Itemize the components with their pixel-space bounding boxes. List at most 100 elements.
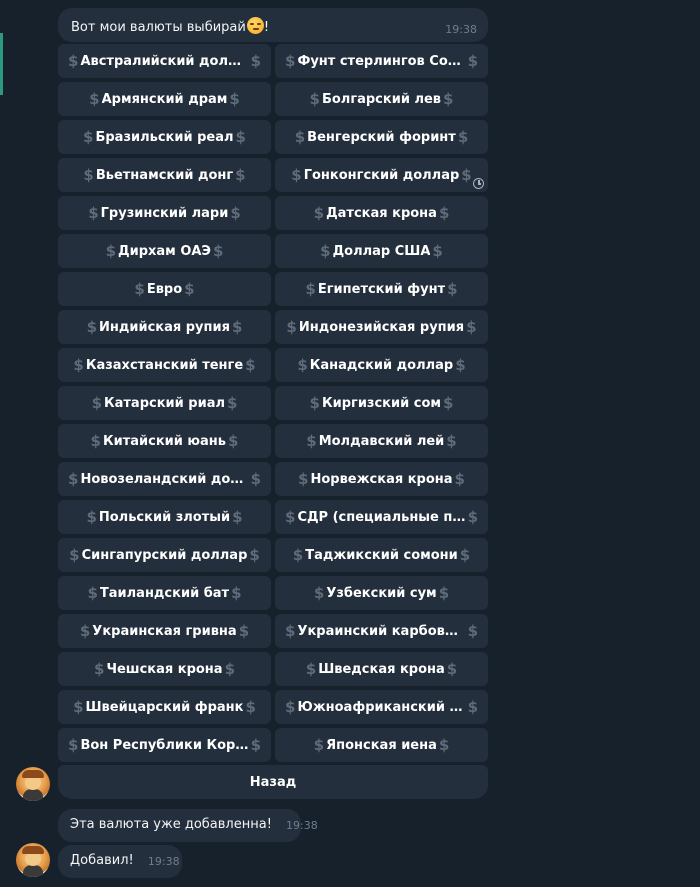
currency-button[interactable]: $ Индонезийская рупия $	[275, 310, 488, 344]
currency-button[interactable]: $Украинский карбованец…$	[275, 614, 488, 648]
bot-message-bubble: Вот мои валюты выбирай! 19:38	[58, 8, 488, 42]
back-button[interactable]: Назад	[58, 765, 488, 799]
message-text: Добавил!	[70, 853, 134, 868]
currency-button[interactable]: $ Киргизский сом $	[275, 386, 488, 420]
currency-button[interactable]: $ Болгарский лев $	[275, 82, 488, 116]
dollar-icon: $	[86, 508, 97, 526]
dollar-icon: $	[224, 660, 235, 678]
currency-button[interactable]: $ Доллар США $	[275, 234, 488, 268]
currency-button-label: Венгерский форинт	[307, 129, 456, 145]
dollar-icon: $	[466, 318, 477, 336]
currency-button-label: Египетский фунт	[317, 281, 446, 297]
currency-button-label: Австралийский доллар	[80, 53, 249, 69]
dollar-icon: $	[285, 698, 296, 716]
currency-button-label: Украинская гривна	[92, 623, 237, 639]
avatar[interactable]	[16, 767, 50, 801]
currency-button[interactable]: $ Гонконгский доллар $	[275, 158, 488, 192]
dollar-icon: $	[86, 318, 97, 336]
dollar-icon: $	[313, 736, 325, 754]
currency-button[interactable]: $ Японская иена $	[275, 728, 488, 762]
dollar-icon: $	[467, 508, 478, 526]
currency-button-label: Молдавский лей	[318, 433, 445, 449]
currency-button[interactable]: $ Молдавский лей $	[275, 424, 488, 458]
currency-button[interactable]: $Южноафриканский рэн…$	[275, 690, 488, 724]
dollar-icon: $	[455, 356, 466, 374]
currency-button[interactable]: $ Евро $	[58, 272, 271, 306]
currency-button-label: Узбекский сум	[326, 585, 437, 601]
currency-button[interactable]: $Новозеландский доллар…$	[58, 462, 271, 496]
currency-button[interactable]: $ Польский злотый $	[58, 500, 271, 534]
dollar-icon: $	[245, 698, 256, 716]
dollar-icon: $	[250, 52, 261, 70]
currency-button[interactable]: $ Таджикский сомони $	[275, 538, 488, 572]
currency-button[interactable]: $ Египетский фунт $	[275, 272, 488, 306]
dollar-icon: $	[229, 90, 240, 108]
currency-button[interactable]: $ Грузинский лари $	[58, 196, 271, 230]
dollar-icon: $	[184, 280, 195, 298]
currency-button-label: Таджикский сомони	[305, 547, 458, 563]
currency-button[interactable]: $ Шведская крона $	[275, 652, 488, 686]
dollar-icon: $	[235, 128, 246, 146]
currency-button-label: Гонконгский доллар	[303, 167, 460, 183]
dollar-icon: $	[294, 128, 306, 146]
currency-button-label: СДР (специальные прав…	[297, 509, 465, 525]
currency-button[interactable]: $Фунт стерлингов Соедин…$	[275, 44, 488, 78]
currency-button[interactable]: $ Швейцарский франк $	[58, 690, 271, 724]
avatar[interactable]	[16, 843, 50, 877]
currency-button[interactable]: $ Казахстанский тенге $	[58, 348, 271, 382]
dollar-icon: $	[459, 546, 471, 564]
currency-button[interactable]: $ Венгерский форинт $	[275, 120, 488, 154]
message-time: 19:38	[445, 23, 477, 36]
dollar-icon: $	[250, 736, 261, 754]
dollar-icon: $	[134, 280, 145, 298]
currency-button-label: Таиландский бат	[99, 585, 230, 601]
currency-button[interactable]: $ Дирхам ОАЭ $	[58, 234, 271, 268]
currency-button[interactable]: $ Украинская гривна $	[58, 614, 271, 648]
dollar-icon: $	[230, 204, 241, 222]
currency-button[interactable]: $ Китайский юань $	[58, 424, 271, 458]
dollar-icon: $	[467, 698, 478, 716]
dollar-icon: $	[68, 52, 79, 70]
currency-button[interactable]: $ Вьетнамский донг $	[58, 158, 271, 192]
dollar-icon: $	[68, 736, 79, 754]
dollar-icon: $	[313, 584, 325, 602]
currency-button[interactable]: $ Норвежская крона $	[275, 462, 488, 496]
currency-button[interactable]: $ Чешская крона $	[58, 652, 271, 686]
message-time: 19:38	[147, 855, 180, 868]
chat-area: Вот мои валюты выбирай! 19:38 $ Австралий…	[0, 0, 700, 887]
currency-button-label: Вьетнамский донг	[95, 167, 234, 183]
dollar-icon: $	[91, 394, 102, 412]
dollar-icon: $	[292, 546, 304, 564]
currency-button-label: Сингапурский доллар	[81, 547, 248, 563]
dollar-icon: $	[286, 318, 297, 336]
dollar-icon: $	[231, 584, 242, 602]
dollar-icon: $	[227, 394, 238, 412]
dollar-icon: $	[447, 280, 458, 298]
currency-button[interactable]: $ Индийская рупия $	[58, 310, 271, 344]
currency-button[interactable]: $ Канадский доллар $	[275, 348, 488, 382]
dollar-icon: $	[432, 242, 443, 260]
dollar-icon: $	[235, 166, 246, 184]
dollar-icon: $	[305, 660, 317, 678]
dollar-icon: $	[68, 470, 79, 488]
currency-button[interactable]: $ Вон Республики Корея $	[58, 728, 271, 762]
dollar-icon: $	[228, 432, 239, 450]
currency-button[interactable]: $ Армянский драм $	[58, 82, 271, 116]
currency-button[interactable]: $ Таиландский бат $	[58, 576, 271, 610]
message-text: Вот мои валюты выбирай	[71, 20, 246, 35]
currency-button-label: Шведская крона	[318, 661, 445, 677]
dollar-icon: $	[298, 470, 309, 488]
currency-button[interactable]: $СДР (специальные прав…$	[275, 500, 488, 534]
currency-button-label: Евро	[146, 281, 183, 297]
dollar-icon: $	[231, 318, 243, 336]
currency-button[interactable]: $ Бразильский реал $	[58, 120, 271, 154]
currency-button[interactable]: $ Австралийский доллар $	[58, 44, 271, 78]
dollar-icon: $	[238, 622, 250, 640]
currency-button-label: Южноафриканский рэн…	[297, 699, 466, 715]
currency-button[interactable]: $ Узбекский сум $	[275, 576, 488, 610]
dollar-icon: $	[438, 736, 450, 754]
currency-button[interactable]: $ Датская крона $	[275, 196, 488, 230]
currency-button[interactable]: $ Сингапурский доллар $	[58, 538, 271, 572]
currency-button[interactable]: $ Катарский риал $	[58, 386, 271, 420]
dollar-icon: $	[309, 394, 320, 412]
